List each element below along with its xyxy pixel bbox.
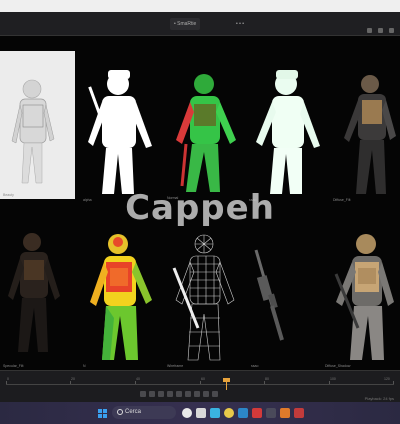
editor-app-icon[interactable]: [266, 408, 276, 418]
tile-label: Specular_Filt: [3, 364, 24, 368]
play-reverse-icon[interactable]: [158, 391, 164, 397]
transport-controls: [140, 391, 218, 397]
tile-label: ssao: [251, 364, 259, 368]
ruler-mark: 60: [201, 377, 205, 381]
soldier-final-icon: [334, 234, 394, 360]
tile-label: N: [83, 364, 86, 368]
browser-top-strip: [0, 0, 400, 12]
soldier-heat-icon: [90, 234, 152, 360]
loop-icon[interactable]: [203, 391, 209, 397]
ruler-mark: 20: [71, 377, 75, 381]
chrome-icon[interactable]: [224, 408, 234, 418]
tile-label: Wireframe: [167, 364, 184, 368]
render-pass-tile[interactable]: ssao: [246, 56, 330, 204]
search-icon: [117, 409, 123, 415]
go-end-icon[interactable]: [194, 391, 200, 397]
playback-status: Playback: 24 fps: [364, 396, 394, 401]
render-pass-tile[interactable]: Specular_Filt: [0, 224, 78, 370]
viewer-tab[interactable]: • SmaRtie: [170, 18, 201, 30]
render-pass-tile[interactable]: ssao: [248, 236, 322, 370]
taskbar-search[interactable]: Cerca: [112, 406, 176, 419]
file-explorer-icon[interactable]: [196, 408, 206, 418]
rifle-icon: [254, 249, 284, 341]
playhead[interactable]: [226, 380, 227, 390]
timeline-ruler[interactable]: 0 20 40 60 80 100 120: [6, 377, 394, 385]
soldier-diffuse-icon: [344, 75, 396, 194]
search-label: Cerca: [125, 409, 142, 415]
soldier-dark-icon: [8, 233, 60, 352]
render-pass-tile[interactable]: alpha: [80, 56, 160, 204]
browser-icon[interactable]: [210, 408, 220, 418]
settings-icon[interactable]: [389, 28, 394, 33]
vlc-icon[interactable]: [280, 408, 290, 418]
viewer-options-tab[interactable]: • • •: [232, 18, 248, 30]
zoom-icon[interactable]: [367, 28, 372, 33]
render-app-icon[interactable]: [294, 408, 304, 418]
tile-label: Diffuse_Shadow: [325, 364, 351, 368]
app-header: • SmaRtie • • •: [0, 12, 400, 36]
timeline[interactable]: 0 20 40 60 80 100 120: [0, 370, 400, 402]
grid-icon[interactable]: [378, 28, 383, 33]
ruler-mark: 80: [265, 377, 269, 381]
audio-icon[interactable]: [212, 391, 218, 397]
render-pass-tile[interactable]: Beauty: [0, 51, 75, 199]
soldier-clay-icon: [11, 79, 55, 184]
mail-icon[interactable]: [238, 408, 248, 418]
render-pass-tile[interactable]: Diffuse_Filt: [330, 62, 400, 204]
watermark: Cappeh: [125, 188, 275, 228]
step-back-icon[interactable]: [149, 391, 155, 397]
soldier-normal-icon: [176, 74, 236, 192]
render-pass-tile[interactable]: N: [80, 228, 162, 370]
play-icon[interactable]: [176, 391, 182, 397]
ruler-mark: 0: [7, 377, 9, 381]
viewer-toolbar-icons: [367, 28, 394, 33]
render-pass-tile[interactable]: Diffuse_Shadow: [322, 228, 400, 370]
soldier-mint-icon: [256, 70, 320, 194]
windows-start-icon[interactable]: [98, 409, 107, 418]
render-pass-tile[interactable]: Normal: [164, 60, 246, 202]
render-viewer[interactable]: Beauty alpha Normal ssao Diffuse_Filt Sp…: [0, 36, 400, 370]
soldier-alpha-icon: [88, 70, 152, 194]
ruler-mark: 40: [136, 377, 140, 381]
soldier-wireframe-icon: [172, 234, 235, 361]
stop-icon[interactable]: [167, 391, 173, 397]
ruler-mark: 120: [384, 377, 390, 381]
render-pass-tile[interactable]: Wireframe: [164, 228, 248, 370]
media-app-icon[interactable]: [252, 408, 262, 418]
ruler-mark: 100: [330, 377, 336, 381]
step-forward-icon[interactable]: [185, 391, 191, 397]
clock-app-icon[interactable]: [182, 408, 192, 418]
go-start-icon[interactable]: [140, 391, 146, 397]
